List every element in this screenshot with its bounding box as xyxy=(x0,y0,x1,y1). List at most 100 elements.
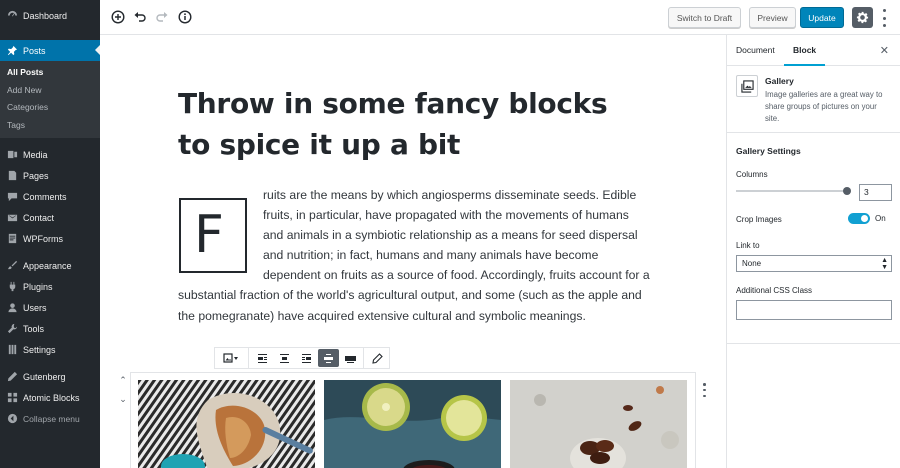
columns-number-input[interactable]: 3 xyxy=(859,184,892,201)
add-block-icon[interactable] xyxy=(109,8,127,26)
panel-divider xyxy=(727,343,900,344)
gallery-image-dates[interactable] xyxy=(510,380,687,468)
sidebar-item-appearance[interactable]: Appearance xyxy=(0,255,100,276)
sidebar-item-label: Contact xyxy=(23,212,55,223)
sidebar-item-settings[interactable]: Settings xyxy=(0,339,100,360)
paragraph-block[interactable]: ruits are the means by which angiosperms… xyxy=(178,185,652,326)
align-left-icon xyxy=(257,353,267,363)
toolbar-divider xyxy=(363,348,364,368)
sidebar-item-label: Appearance xyxy=(23,260,72,271)
redo-icon[interactable] xyxy=(153,8,171,26)
sidebar-item-label: WPForms xyxy=(23,233,63,244)
gallery-icon xyxy=(222,352,238,363)
sidebar-item-label: Posts xyxy=(23,45,46,56)
move-up-icon[interactable]: ⌃ xyxy=(119,375,127,386)
sidebar-item-comments[interactable]: Comments xyxy=(0,186,100,207)
block-mover: ⌃ ⌄ xyxy=(118,375,128,405)
sidebar-item-label: Media xyxy=(23,149,48,160)
block-card: Gallery Image galleries are a great way … xyxy=(727,66,900,133)
edit-gallery-button[interactable] xyxy=(367,349,388,367)
link-to-value: None xyxy=(742,259,762,268)
columns-label: Columns xyxy=(736,170,768,179)
tab-block[interactable]: Block xyxy=(784,35,826,66)
columns-slider-handle[interactable] xyxy=(843,187,851,195)
sidebar-item-label: Settings xyxy=(23,344,56,355)
comments-icon xyxy=(6,191,18,203)
gallery-image-bread[interactable] xyxy=(138,380,315,468)
link-to-label: Link to xyxy=(736,241,760,250)
admin-sidebar: Dashboard Posts All Posts Add New Catego… xyxy=(0,0,100,468)
wrench-icon xyxy=(6,323,18,335)
sidebar-item-tools[interactable]: Tools xyxy=(0,318,100,339)
link-to-select[interactable]: None ▲ ▼ xyxy=(736,255,892,272)
info-icon[interactable] xyxy=(176,8,194,26)
align-left-button[interactable] xyxy=(252,349,273,367)
columns-slider-track[interactable] xyxy=(736,190,847,192)
gallery-settings-heading[interactable]: Gallery Settings xyxy=(736,146,801,156)
pencil-icon xyxy=(6,371,18,383)
sidebar-item-atomic-blocks[interactable]: Atomic Blocks xyxy=(0,387,100,408)
toolbar-divider xyxy=(248,348,249,368)
gallery-icon xyxy=(736,75,758,97)
submenu-all-posts[interactable]: All Posts xyxy=(0,64,100,82)
sidebar-item-label: Dashboard xyxy=(23,10,68,21)
blocks-icon xyxy=(6,392,18,404)
media-icon xyxy=(6,149,18,161)
sidebar-item-contact[interactable]: Contact xyxy=(0,207,100,228)
sliders-icon xyxy=(6,344,18,356)
sidebar-item-users[interactable]: Users xyxy=(0,297,100,318)
sidebar-item-pages[interactable]: Pages xyxy=(0,165,100,186)
css-class-input[interactable] xyxy=(736,300,892,320)
posts-submenu: All Posts Add New Categories Tags xyxy=(0,61,100,138)
paintbrush-icon xyxy=(6,260,18,272)
sidebar-item-gutenberg[interactable]: Gutenberg xyxy=(0,366,100,387)
sidebar-item-label: Tools xyxy=(23,323,45,334)
settings-gear-button[interactable] xyxy=(852,7,873,28)
sidebar-item-media[interactable]: Media xyxy=(0,144,100,165)
post-title[interactable]: Throw in some fancy blocks to spice it u… xyxy=(178,83,648,165)
align-center-button[interactable] xyxy=(274,349,295,367)
undo-icon[interactable] xyxy=(131,8,149,26)
sidebar-item-plugins[interactable]: Plugins xyxy=(0,276,100,297)
gallery-block-toolbar xyxy=(214,347,390,369)
align-full-button[interactable] xyxy=(340,349,361,367)
collapse-icon xyxy=(6,413,18,425)
gallery-image-limes[interactable] xyxy=(324,380,501,468)
submenu-categories[interactable]: Categories xyxy=(0,99,100,117)
collapse-menu-button[interactable]: Collapse menu xyxy=(0,408,100,429)
close-icon[interactable]: ✕ xyxy=(880,44,889,57)
crop-images-toggle[interactable] xyxy=(848,213,870,224)
crop-images-label: Crop Images xyxy=(736,215,782,224)
preview-button[interactable]: Preview xyxy=(749,7,796,28)
sidebar-item-label: Gutenberg xyxy=(23,371,66,382)
settings-sidebar: Document Block ✕ Gallery Image galleries… xyxy=(726,35,900,468)
plug-icon xyxy=(6,281,18,293)
move-down-icon[interactable]: ⌄ xyxy=(119,394,127,405)
block-options-icon[interactable] xyxy=(702,383,707,397)
sidebar-item-label: Collapse menu xyxy=(23,413,80,424)
more-options-icon[interactable] xyxy=(881,9,887,27)
pencil-icon xyxy=(371,352,383,364)
pushpin-icon xyxy=(6,45,18,57)
envelope-icon xyxy=(6,212,18,224)
select-arrows-icon: ▲ ▼ xyxy=(881,257,888,271)
sidebar-item-wpforms[interactable]: WPForms xyxy=(0,228,100,249)
sidebar-item-dashboard[interactable]: Dashboard xyxy=(0,5,100,26)
align-center-icon xyxy=(279,353,289,363)
align-right-button[interactable] xyxy=(296,349,317,367)
switch-to-draft-button[interactable]: Switch to Draft xyxy=(668,7,741,28)
submenu-add-new[interactable]: Add New xyxy=(0,82,100,100)
block-type-switcher[interactable] xyxy=(216,349,246,367)
sidebar-item-posts[interactable]: Posts xyxy=(0,40,100,61)
align-wide-button[interactable] xyxy=(317,349,339,367)
update-button[interactable]: Update xyxy=(800,7,844,28)
block-description: Image galleries are a great way to share… xyxy=(765,90,883,123)
align-right-icon xyxy=(301,353,311,363)
submenu-tags[interactable]: Tags xyxy=(0,117,100,135)
block-name: Gallery xyxy=(765,76,794,86)
align-wide-icon xyxy=(323,353,333,363)
sidebar-item-label: Comments xyxy=(23,191,67,202)
sidebar-item-label: Plugins xyxy=(23,281,53,292)
gear-icon xyxy=(856,11,869,24)
tab-document[interactable]: Document xyxy=(736,35,775,66)
